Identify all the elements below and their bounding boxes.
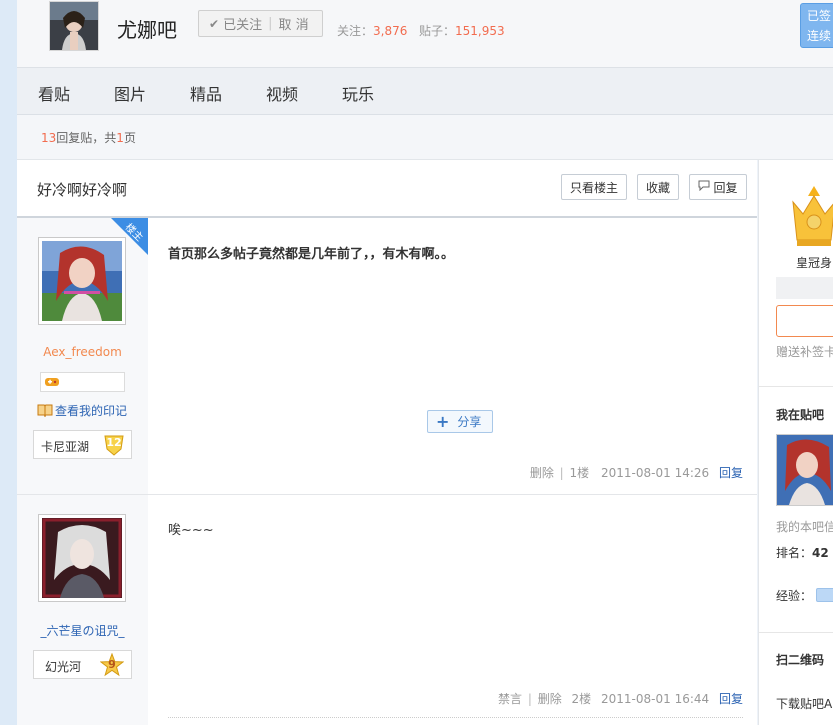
my-avatar-image [777,435,833,505]
post-content: 唉~~~ [168,523,214,538]
plus-icon: + [436,412,450,431]
post-floor-2: _六芒星の诅咒_ 幻光河 9 唉~~~ 禁言 | 删除 2楼 2011-08-0… [17,495,757,725]
reply-count: 13 [41,131,57,145]
nav-tab-posts[interactable]: 看贴 [38,81,70,105]
rank-row: 排名：42 [776,544,829,561]
right-sidebar: 皇冠身 赠送补签卡 我在贴吧 我的本吧信 排名：42 经验： 扫二维码 下载贴吧… [758,160,833,725]
nav-tab-fun[interactable]: 玩乐 [342,81,374,105]
sign-in-button[interactable]: 已签 连续 [800,3,833,48]
nav-tab-images[interactable]: 图片 [114,81,146,105]
rank-value: 42 [812,546,829,560]
delete-link[interactable]: 删除 [538,692,562,706]
posts-count: 151,953 [455,24,505,38]
only-op-button[interactable]: 只看楼主 [561,174,627,200]
reply-suffix: 回复贴，共 [56,131,117,145]
follow-button[interactable]: ✔ 已关注 | 取 消 [198,10,323,37]
user-icon-strip [40,372,125,392]
page-count: 1 [116,131,124,145]
user-avatar-image [42,241,122,321]
download-app-text[interactable]: 下载贴吧A [776,695,832,712]
post-tail: 删除 | 1楼 2011-08-01 14:26 回复 [530,464,743,481]
floor-number: 2楼 [571,692,592,706]
reply-link[interactable]: 回复 [719,466,743,480]
level-badge-name: 卡尼亚湖 [41,440,90,454]
tail-divider: | [559,466,564,480]
sign-streak: 连续 [807,29,832,43]
sign-status: 已签 [807,9,832,23]
tail-divider: | [527,692,532,706]
reply-link[interactable]: 回复 [719,692,743,706]
bar-avatar[interactable] [49,1,99,51]
level-number: 9 [108,658,116,671]
sidebar-action-box[interactable] [776,305,833,337]
bar-title[interactable]: 尤娜吧 [117,14,177,43]
book-icon [37,403,53,421]
my-bar-info: 我的本吧信 [776,520,833,534]
bar-avatar-image [50,2,98,50]
level-badge[interactable]: 幻光河 9 [33,650,132,679]
buqian-card-text: 赠送补签卡 [776,345,833,359]
post-time: 2011-08-01 14:26 [601,466,710,480]
follow-count: 3,876 [373,24,408,38]
follow-stat-label: 关注： [337,24,374,38]
level-badge[interactable]: 卡尼亚湖 12 [33,430,132,459]
share-label: 分享 [457,415,482,429]
crown-icon [789,184,833,253]
comment-icon [698,180,710,194]
user-avatar[interactable] [38,514,126,602]
posts-stat: 贴子：151,953 [419,22,505,39]
qr-title: 扫二维码 [776,653,825,667]
bar-nav: 看贴 图片 精品 视频 玩乐 [17,68,833,115]
user-avatar-image [42,518,122,598]
exp-label: 经验： [776,589,813,603]
rank-label: 排名： [776,546,813,560]
post-content: 首页那么多帖子竟然都是几年前了，，有木有啊。。 [168,247,455,262]
level-number: 12 [106,436,122,449]
view-my-yinji-link[interactable]: 查看我的印记 [37,402,127,421]
followed-label: 已关注 [223,18,263,33]
thread-main: 好冷啊好冷啊 只看楼主 收藏 回复 楼主 Aex_freedom 查看我的印记 … [17,160,757,725]
nav-tab-featured[interactable]: 精品 [190,81,222,105]
post-floor-1: 楼主 Aex_freedom 查看我的印记 卡尼亚湖 12 首页那么多帖子竟然都… [17,218,757,495]
floor-number: 1楼 [569,466,590,480]
left-background-stripe [0,0,17,725]
share-button[interactable]: + 分享 [427,410,493,433]
game-controller-icon [44,375,60,392]
my-in-bar-title: 我在贴吧 [776,408,825,422]
user-avatar[interactable] [38,237,126,325]
posts-stat-label: 贴子： [419,24,456,38]
post-time: 2011-08-01 16:44 [601,692,710,706]
follow-stat: 关注：3,876 [337,22,407,39]
favorite-button[interactable]: 收藏 [637,174,679,200]
post-divider-dotted [168,717,743,718]
follow-divider: | [268,16,273,31]
post-username[interactable]: _六芒星の诅咒_ [17,622,148,639]
page-suffix: 页 [123,131,136,145]
unfollow-button[interactable]: 取 消 [278,14,308,33]
post-tail: 禁言 | 删除 2楼 2011-08-01 16:44 回复 [498,690,743,707]
sidebar-divider [759,632,833,633]
check-icon: ✔ [209,16,220,31]
delete-link[interactable]: 删除 [530,466,554,480]
reply-summary: 13回复贴，共1页 [41,129,136,146]
view-my-yinji-label: 查看我的印记 [55,404,128,418]
nav-tab-videos[interactable]: 视频 [266,81,298,105]
reply-button-label: 回复 [713,180,738,195]
pager-row: 13回复贴，共1页 [17,115,833,160]
exp-progress-bar [816,588,833,602]
thread-title: 好冷啊好冷啊 [37,181,128,199]
ban-link[interactable]: 禁言 [498,692,522,706]
reply-button[interactable]: 回复 [689,174,747,200]
level-badge-name: 幻光河 [45,660,82,674]
my-avatar[interactable] [776,434,833,506]
sidebar-divider [759,386,833,387]
bar-header: 尤娜吧 ✔ 已关注 | 取 消 关注：3,876 贴子：151,953 已签 连… [17,0,833,68]
post-username[interactable]: Aex_freedom [17,345,148,359]
crown-label: 皇冠身 [796,256,833,270]
thread-title-row: 好冷啊好冷啊 只看楼主 收藏 回复 [17,160,757,218]
sidebar-gray-bar [776,277,833,299]
